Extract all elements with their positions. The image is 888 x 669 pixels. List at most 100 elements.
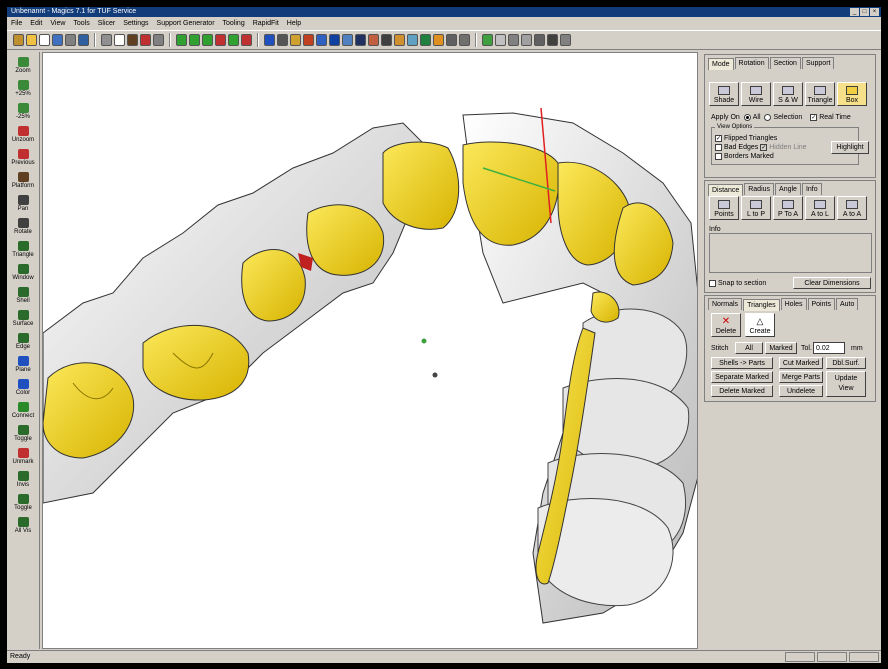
menu-tooling[interactable]: Tooling [223,20,245,27]
toolbar-tool-icon[interactable] [407,34,418,46]
toolbar-tool-icon[interactable] [241,34,252,46]
stitch-marked-button[interactable]: Marked [765,342,797,354]
toolbar-tool-icon[interactable] [446,34,457,46]
delete-button[interactable]: ✕ Delete [711,313,741,337]
3d-viewport[interactable] [42,52,698,649]
toolbar-tool-icon[interactable] [264,34,275,46]
menu-rapidfit[interactable]: RapidFit [253,20,279,27]
toolbar-tool-icon[interactable] [482,34,493,46]
wire-button[interactable]: Wire [741,82,771,106]
s-w-button[interactable]: S & W [773,82,803,106]
toolbar-tool-icon[interactable] [127,34,138,46]
toolbar-tool-icon[interactable] [65,34,76,46]
l-to-p-button[interactable]: L to P [741,196,771,220]
left-tool-plane[interactable]: Plane [7,351,39,374]
left-tool-connect[interactable]: Connect [7,397,39,420]
left-tool-triangle[interactable]: Triangle [7,236,39,259]
toolbar-tool-icon[interactable] [547,34,558,46]
toolbar-tool-icon[interactable] [101,34,112,46]
left-tool--25-[interactable]: +25% [7,75,39,98]
toolbar-tool-icon[interactable] [140,34,151,46]
toolbar-tool-icon[interactable] [176,34,187,46]
apply-selection-radio[interactable] [764,113,772,121]
toolbar-tool-icon[interactable] [560,34,571,46]
menu-slicer[interactable]: Slicer [98,20,116,27]
toolbar-tool-icon[interactable] [202,34,213,46]
toolbar-tool-icon[interactable] [26,34,37,46]
maximize-icon[interactable]: □ [860,8,869,16]
close-icon[interactable]: × [870,8,879,16]
toolbar-tool-icon[interactable] [303,34,314,46]
left-tool-color[interactable]: Color [7,374,39,397]
highlight-button[interactable]: Highlight [831,141,869,154]
tab-mode[interactable]: Mode [708,58,734,70]
toolbar-tool-icon[interactable] [52,34,63,46]
shade-button[interactable]: Shade [709,82,739,106]
toolbar-tool-icon[interactable] [495,34,506,46]
stitch-all-button[interactable]: All [735,342,763,354]
left-tool-shell[interactable]: Shell [7,282,39,305]
menu-edit[interactable]: Edit [30,20,42,27]
menu-tools[interactable]: Tools [73,20,89,27]
toolbar-tool-icon[interactable] [508,34,519,46]
undelete-button[interactable]: Undelete [779,385,823,397]
left-tool-toggle[interactable]: Toggle [7,489,39,512]
merge-parts-button[interactable]: Merge Parts [779,371,823,383]
left-tool-platform[interactable]: Platform [7,167,39,190]
tab-rotation[interactable]: Rotation [734,57,769,69]
tab-triangles[interactable]: Triangles [743,299,780,311]
apply-all-radio[interactable] [743,113,751,121]
update-view-button[interactable]: Update View [826,371,866,397]
left-tool-unmark[interactable]: Unmark [7,443,39,466]
tab-info[interactable]: Info [801,183,822,195]
toolbar-tool-icon[interactable] [78,34,89,46]
shells-parts-button[interactable]: Shells -> Parts [711,357,773,369]
toolbar-tool-icon[interactable] [521,34,532,46]
toolbar-tool-icon[interactable] [381,34,392,46]
tab-support[interactable]: Support [801,57,835,69]
toolbar-tool-icon[interactable] [316,34,327,46]
tab-holes[interactable]: Holes [780,298,807,310]
cut-marked-button[interactable]: Cut Marked [779,357,823,369]
left-tool-window[interactable]: Window [7,259,39,282]
p-to-a-button[interactable]: P To A [773,196,803,220]
tab-normals[interactable]: Normals [708,298,743,310]
a-to-l-button[interactable]: A to L [805,196,835,220]
menu-view[interactable]: View [50,20,65,27]
left-tool--25-[interactable]: -25% [7,98,39,121]
left-tool-toggle[interactable]: Toggle [7,420,39,443]
menu-support-generator[interactable]: Support Generator [157,20,215,27]
separate-marked-button[interactable]: Separate Marked [711,371,773,383]
toolbar-tool-icon[interactable] [368,34,379,46]
menu-settings[interactable]: Settings [123,20,148,27]
toolbar-tool-icon[interactable] [189,34,200,46]
snap-checkbox[interactable] [709,279,716,287]
left-tool-edge[interactable]: Edge [7,328,39,351]
left-tool-invis[interactable]: Invis [7,466,39,489]
minimize-icon[interactable]: _ [850,8,859,16]
tab-radius[interactable]: Radius [744,183,775,195]
toolbar-tool-icon[interactable] [342,34,353,46]
flipped-triangles-checkbox[interactable]: ✓ [715,134,722,142]
left-tool-all-vis[interactable]: All Vis [7,512,39,535]
left-tool-previous[interactable]: Previous [7,144,39,167]
left-tool-surface[interactable]: Surface [7,305,39,328]
left-tool-pan[interactable]: Pan [7,190,39,213]
toolbar-tool-icon[interactable] [228,34,239,46]
tab-auto[interactable]: Auto [835,298,859,310]
menu-help[interactable]: Help [287,20,301,27]
toolbar-tool-icon[interactable] [290,34,301,46]
delete-marked-button[interactable]: Delete Marked [711,385,773,397]
dbl-surf-button[interactable]: Dbl.Surf. [826,357,866,369]
borders-marked-checkbox[interactable] [715,152,722,160]
toolbar-tool-icon[interactable] [394,34,405,46]
dental-arch-model[interactable] [43,53,698,649]
toolbar-tool-icon[interactable] [534,34,545,46]
left-tool-zoom[interactable]: Zoom [7,52,39,75]
clear-dimensions-button[interactable]: Clear Dimensions [793,277,871,289]
toolbar-tool-icon[interactable] [215,34,226,46]
toolbar-tool-icon[interactable] [277,34,288,46]
left-tool-unzoom[interactable]: Unzoom [7,121,39,144]
tolerance-input[interactable] [813,342,845,354]
toolbar-tool-icon[interactable] [355,34,366,46]
